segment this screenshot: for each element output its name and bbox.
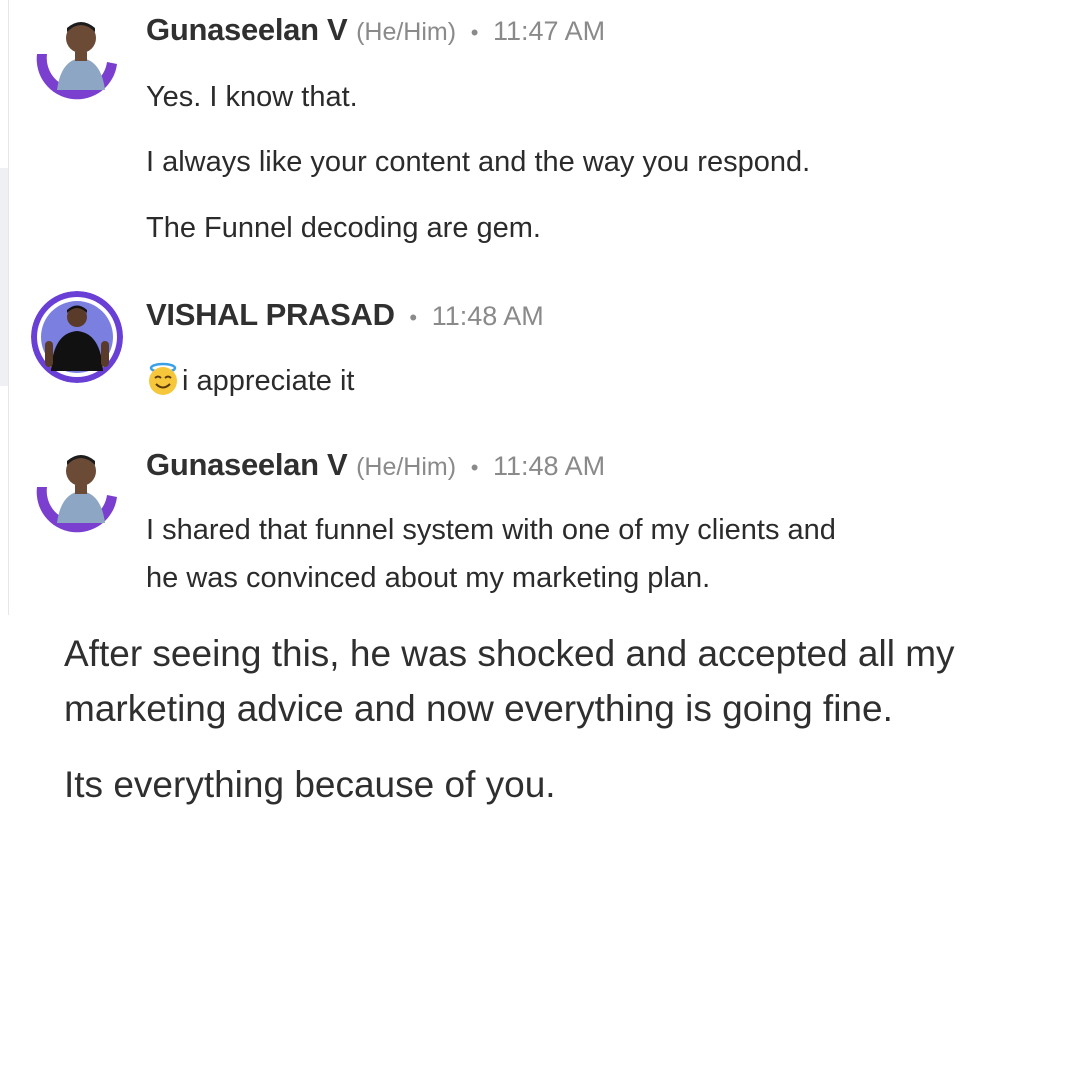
message-text: I always like your content and the way y… (146, 146, 811, 178)
message-text: I shared that funnel system with one of … (146, 514, 836, 546)
message-header: VISHAL PRASAD • 11:48 AM (146, 297, 544, 336)
message-text: The Funnel decoding are gem. (146, 212, 541, 244)
sender-name[interactable]: VISHAL PRASAD (146, 297, 395, 332)
message-text: Yes. I know that. (146, 81, 358, 113)
conversation-panel: Gunaseelan V (He/Him) • 11:47 AM Yes. I … (8, 0, 1080, 615)
separator-dot: • (470, 455, 479, 480)
message-text: i appreciate it (146, 357, 355, 405)
profile-photo-icon (31, 291, 123, 383)
profile-photo-icon (31, 8, 123, 100)
continuation-text: marketing advice and now everything is g… (64, 688, 893, 729)
separator-dot: • (409, 305, 418, 330)
timestamp: 11:48 AM (493, 451, 606, 481)
timestamp: 11:48 AM (431, 301, 544, 331)
sender-name[interactable]: Gunaseelan V (146, 12, 348, 47)
avatar[interactable] (31, 8, 123, 100)
smiling-face-with-halo-icon (146, 362, 180, 396)
message-header: Gunaseelan V (He/Him) • 11:48 AM (146, 447, 605, 486)
sidebar-edge (0, 168, 8, 386)
avatar[interactable] (31, 291, 123, 383)
separator-dot: • (470, 20, 479, 45)
timestamp: 11:47 AM (493, 16, 606, 46)
message-header: Gunaseelan V (He/Him) • 11:47 AM (146, 12, 605, 51)
pronoun-label: (He/Him) (356, 18, 457, 46)
pronoun-label: (He/Him) (356, 453, 457, 481)
continuation-text: Its everything because of you. (64, 764, 556, 805)
profile-photo-icon (31, 441, 123, 533)
message-text-content: i appreciate it (182, 365, 355, 397)
sender-name[interactable]: Gunaseelan V (146, 447, 348, 482)
message-text: he was convinced about my marketing plan… (146, 562, 711, 594)
continuation-text: After seeing this, he was shocked and ac… (64, 633, 955, 674)
avatar[interactable] (31, 441, 123, 533)
